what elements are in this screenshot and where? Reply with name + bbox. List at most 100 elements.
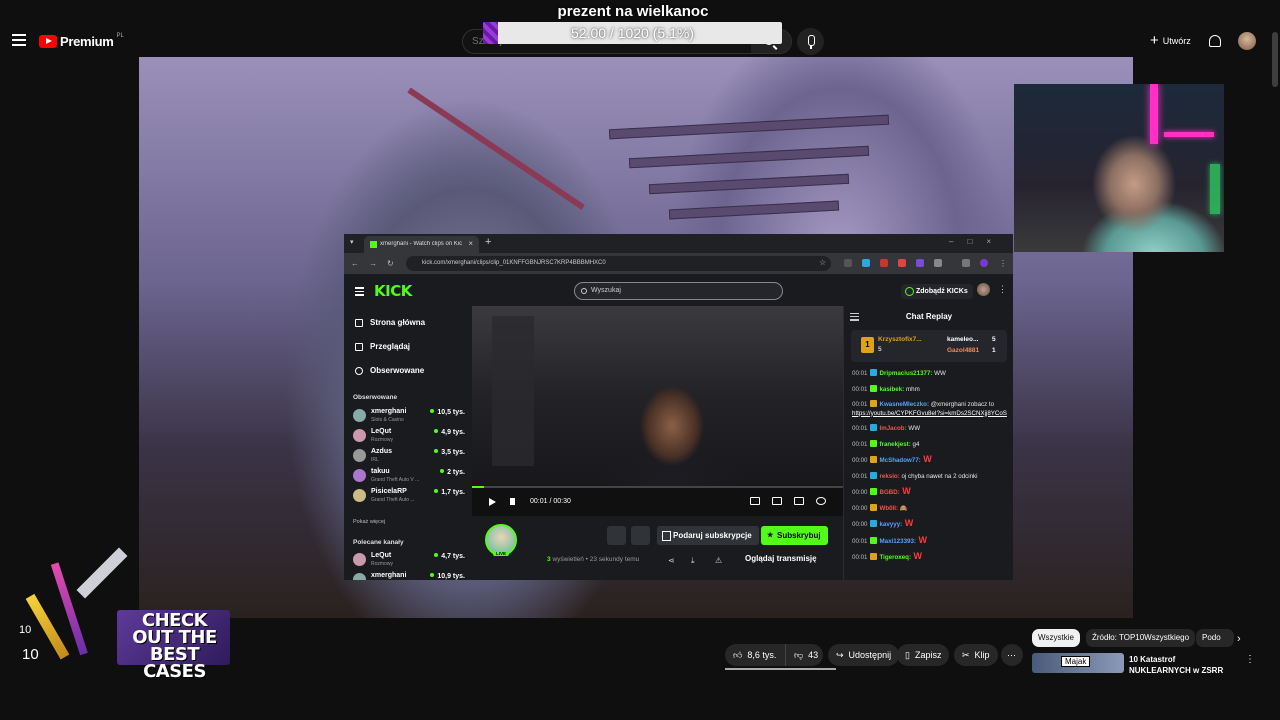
theater-icon[interactable] <box>772 497 782 505</box>
notification-bell-button[interactable] <box>607 526 626 545</box>
chip-all[interactable]: Wszystkie <box>1032 629 1080 647</box>
message-link[interactable]: https://youtu.be/CYPKFGvu8eI?si=kmDs2SCN… <box>852 410 1007 417</box>
gift-subs-button[interactable]: Podaruj subskrypcje <box>657 526 759 545</box>
pip-icon[interactable] <box>750 497 760 505</box>
message-time: 00:00 <box>852 489 868 496</box>
back-icon[interactable]: ← <box>351 259 359 268</box>
dislike-button[interactable]: 👎︎ 43 <box>785 644 823 666</box>
settings-icon[interactable] <box>816 497 826 505</box>
recommendation-thumbnail[interactable]: Majak <box>1032 653 1124 673</box>
followed-channel[interactable]: Azdus IRL 3,5 tys. <box>353 446 465 465</box>
message-username[interactable]: KwasneMleczko: <box>879 401 929 408</box>
thumbnail-tag: Majak <box>1061 656 1091 667</box>
mic-icon[interactable] <box>797 28 824 55</box>
chat-badge-icon <box>870 503 878 511</box>
browser-tab[interactable]: xmerghani - Watch clips on Kick × <box>364 236 479 253</box>
recommended-channel[interactable]: xmerghani 10,9 tys. <box>353 570 465 580</box>
menu-icon[interactable] <box>12 34 26 46</box>
message-username[interactable]: Wb0ll: <box>879 505 898 512</box>
chip-source[interactable]: Źródło: TOP10Wszystkiego <box>1086 629 1196 647</box>
clip-player[interactable]: 00:01 / 00:30 <box>472 306 843 516</box>
avatar <box>353 553 366 566</box>
share-icon[interactable]: ⋖ <box>668 556 675 565</box>
watch-stream-button[interactable]: Oglądaj transmisję <box>739 551 823 567</box>
message-username[interactable]: ImJacob: <box>879 425 906 432</box>
extension-icon[interactable] <box>862 259 870 267</box>
report-icon[interactable]: ⚠ <box>715 556 722 565</box>
show-more-link[interactable]: Pokaż więcej <box>353 519 385 525</box>
nav-browse[interactable]: Przeglądaj <box>355 342 410 351</box>
puzzle-icon[interactable] <box>934 259 942 267</box>
avatar <box>353 449 366 462</box>
kick-logo[interactable]: KICK <box>374 282 412 300</box>
new-tab-icon[interactable]: + <box>485 236 491 248</box>
reload-icon[interactable]: ↻ <box>387 259 394 268</box>
message-username[interactable]: Dripmacius21377: <box>879 370 932 377</box>
message-username[interactable]: Maxi123393: <box>879 538 915 545</box>
forward-icon[interactable]: → <box>369 259 377 268</box>
menu-icon[interactable] <box>962 259 970 267</box>
get-kicks-button[interactable]: Zdobądź KICKs <box>901 284 973 299</box>
followed-channel[interactable]: xmerghani Slots & Casino 10,5 tys. <box>353 406 465 425</box>
share-button[interactable]: ↪ Udostępnij <box>828 644 900 666</box>
avatar[interactable] <box>977 283 990 296</box>
message-username[interactable]: franekjest: <box>879 441 910 448</box>
avatar <box>353 469 366 482</box>
followed-channel[interactable]: takuu Grand Theft Auto V ... 2 tys. <box>353 466 465 485</box>
download-icon[interactable]: ⤓ <box>691 556 695 566</box>
more-actions-button[interactable]: ⋯ <box>1001 644 1023 666</box>
message-username[interactable]: Tigeroxeq: <box>879 554 911 561</box>
kick-search-input[interactable]: Wyszukaj <box>574 282 783 300</box>
recommended-channel[interactable]: LeQut Rozmowy 4,7 tys. <box>353 550 465 569</box>
chevron-right-icon[interactable]: › <box>1237 633 1241 645</box>
extension-icon[interactable] <box>916 259 924 267</box>
bookmark-star-icon[interactable]: ☆ <box>819 258 826 267</box>
recommendation-title[interactable]: 10 Katastrof NUKLEARNYCH w ZSRR <box>1129 654 1239 676</box>
message-username[interactable]: kasibek: <box>879 386 904 393</box>
message-emote: W <box>899 486 911 496</box>
message-username[interactable]: McShadow77: <box>879 457 920 464</box>
more-icon[interactable]: ⋮ <box>998 284 1007 295</box>
volume-icon[interactable] <box>510 498 515 505</box>
nav-following[interactable]: Obserwowane <box>355 366 424 375</box>
nav-home[interactable]: Strona główna <box>355 318 425 327</box>
chip-related[interactable]: Podo <box>1196 629 1234 647</box>
clip-button[interactable]: ✂ Klip <box>954 644 998 666</box>
fullscreen-icon[interactable] <box>794 497 804 505</box>
follow-heart-button[interactable] <box>631 526 650 545</box>
bell-icon[interactable] <box>1209 35 1221 47</box>
tab-search-icon[interactable]: ▾ <box>350 238 354 246</box>
avatar <box>353 489 366 502</box>
message-username[interactable]: kavyyy: <box>879 521 902 528</box>
extension-icon[interactable] <box>898 259 906 267</box>
close-tab-icon[interactable]: × <box>468 239 473 248</box>
followed-channel[interactable]: PisicelaRP Grand Theft Auto ... 1,7 tys. <box>353 486 465 505</box>
youtube-logo[interactable]: Premium PL <box>39 33 124 49</box>
chat-message: 00:00 kavyyy: W <box>844 516 1013 533</box>
clip-progress-bar[interactable] <box>472 486 843 488</box>
create-button[interactable]: + Utwórz <box>1150 33 1191 48</box>
url-field[interactable]: kick.com/xmerghani/clips/clip_01KNFFGBNJ… <box>406 256 831 271</box>
play-icon[interactable] <box>489 498 496 506</box>
like-button[interactable]: 👍︎ 8,6 tys. <box>725 644 785 666</box>
clip-chat-window <box>492 316 534 466</box>
window-controls[interactable]: –□× <box>949 237 1005 246</box>
message-username[interactable]: BGBD: <box>879 489 899 496</box>
extension-icon[interactable] <box>844 259 852 267</box>
save-button[interactable]: ▯ Zapisz <box>897 644 950 666</box>
chat-badge-icon <box>870 520 878 527</box>
subscribe-button[interactable]: Subskrybuj <box>761 526 828 545</box>
message-time: 00:01 <box>852 537 868 545</box>
more-icon[interactable]: ⋮ <box>1245 654 1255 665</box>
gifter-count: 5 <box>878 346 882 353</box>
scrollbar[interactable] <box>1272 32 1278 87</box>
message-time: 00:01 <box>852 472 868 480</box>
extension-icon[interactable] <box>880 259 888 267</box>
profile-icon[interactable] <box>980 259 988 267</box>
more-icon[interactable]: ⋮ <box>999 259 1007 268</box>
chat-message: 00:00 BGBD: W <box>844 484 1013 501</box>
hamburger-icon[interactable] <box>355 287 364 298</box>
followed-channel[interactable]: LeQut Rozmowy 4,9 tys. <box>353 426 465 445</box>
avatar[interactable] <box>1238 32 1256 50</box>
message-username[interactable]: reksio: <box>879 473 899 480</box>
